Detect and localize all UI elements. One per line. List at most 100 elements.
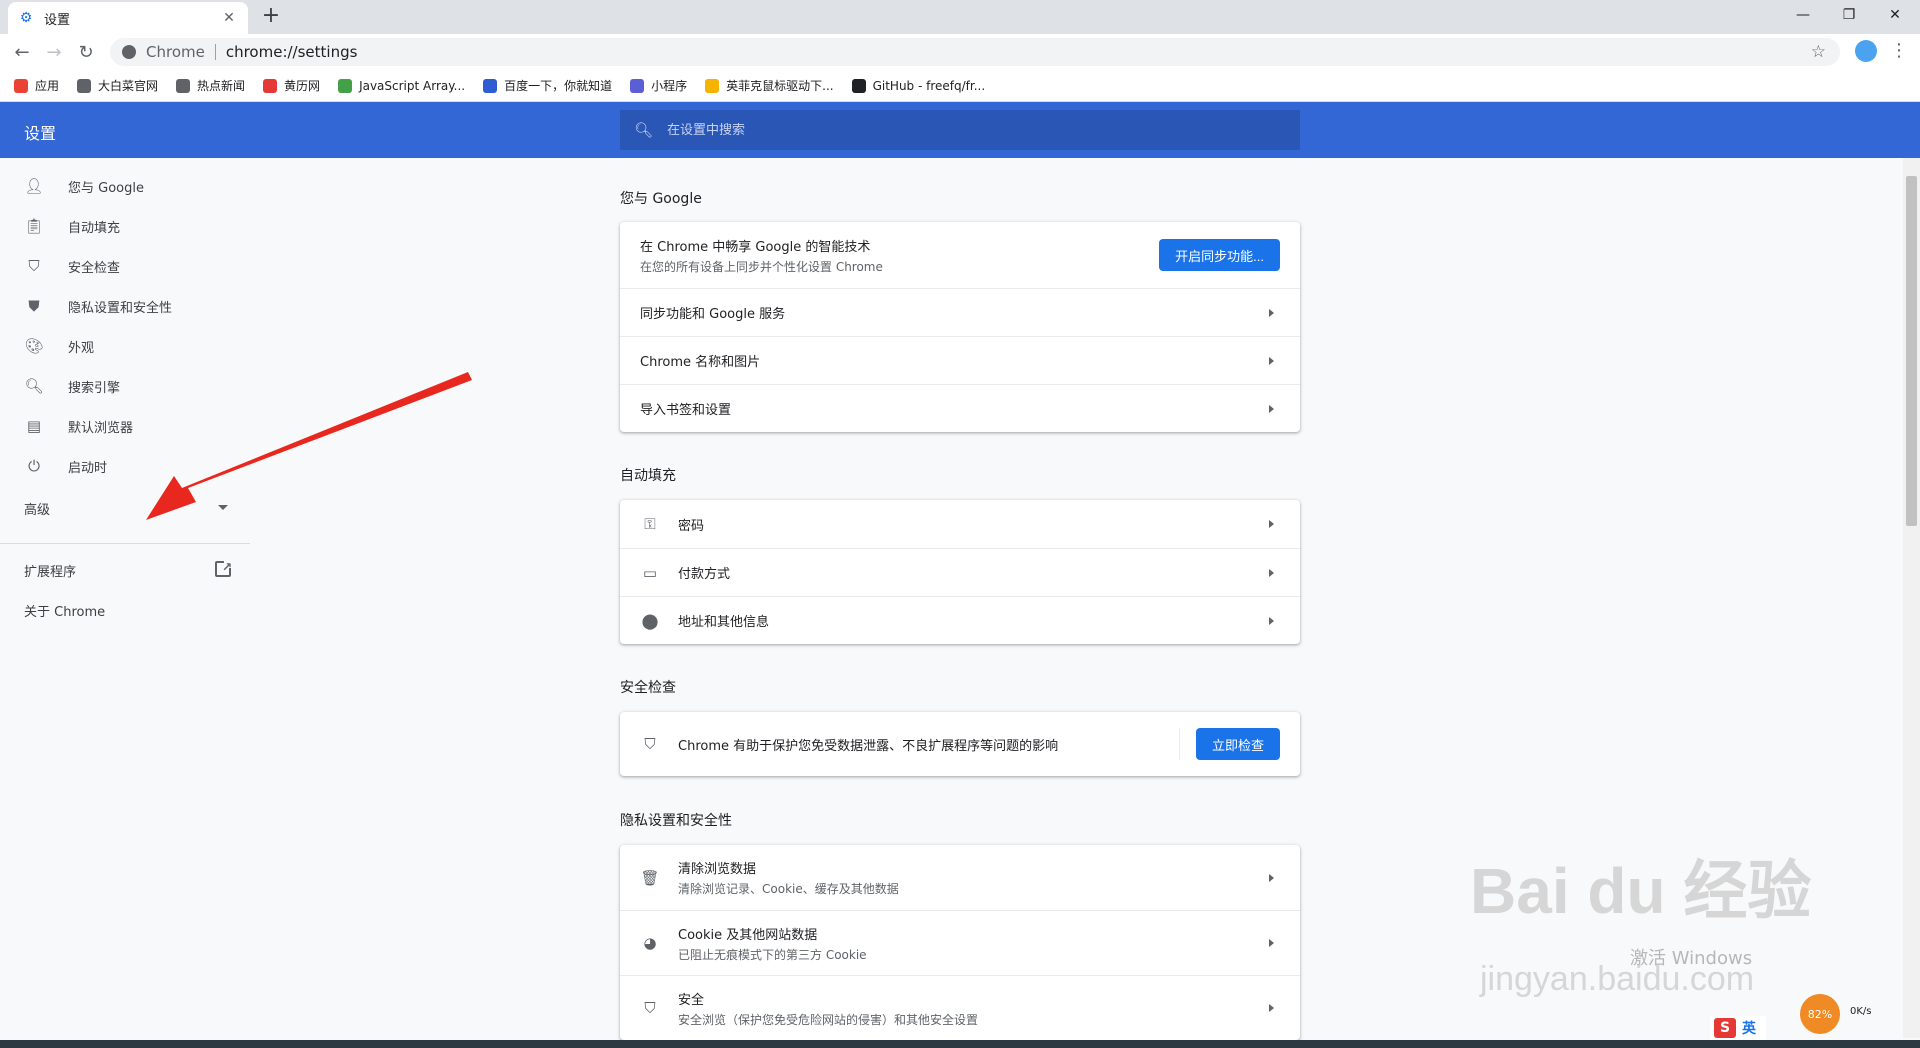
- apps-icon: [14, 78, 28, 93]
- sidebar-item-label: 启动时: [68, 460, 108, 476]
- sogou-ime-icon[interactable]: S: [1714, 1018, 1736, 1038]
- tab-title: 设置: [44, 12, 71, 28]
- card-autofill: ⚿ 密码 ▭ 付款方式 ⬤ 地址和其他信息: [620, 500, 1300, 644]
- ime-language[interactable]: 英: [1742, 1018, 1756, 1038]
- card-privacy: 🗑︎ 清除浏览数据 清除浏览记录、Cookie、缓存及其他数据 ◕ Cookie…: [620, 845, 1300, 1040]
- chrome-name-picture-row[interactable]: Chrome 名称和图片: [620, 336, 1300, 384]
- turn-on-sync-button[interactable]: 开启同步功能...: [1159, 239, 1280, 271]
- import-bookmarks-row[interactable]: 导入书签和设置: [620, 384, 1300, 432]
- palette-icon: 🎨︎: [24, 337, 44, 355]
- row-divider: [1179, 728, 1180, 760]
- card-you-google: 在 Chrome 中畅享 Google 的智能技术 在您的所有设备上同步并个性化…: [620, 222, 1300, 432]
- settings-search[interactable]: 🔍︎: [620, 110, 1300, 150]
- sidebar-item[interactable]: 📋︎ 自动填充: [0, 206, 250, 246]
- tab-settings[interactable]: ⚙ 设置 ✕: [8, 2, 248, 34]
- new-tab-button[interactable]: +: [258, 4, 284, 30]
- tab-strip: ⚙ 设置 ✕ + — ❐ ✕: [0, 0, 1920, 34]
- row-label: Chrome 名称和图片: [640, 355, 761, 370]
- cookies-row[interactable]: ◕ Cookie 及其他网站数据 已阻止无痕模式下的第三方 Cookie: [620, 910, 1300, 975]
- section-you-google-title: 您与 Google: [620, 191, 702, 207]
- search-icon: 🔍︎: [634, 121, 654, 139]
- chrome-site-icon: [122, 45, 136, 59]
- back-button[interactable]: ←: [8, 38, 36, 66]
- minimize-button[interactable]: —: [1780, 0, 1826, 30]
- sidebar-item[interactable]: ⛊ 隐私设置和安全性: [0, 286, 250, 326]
- row-label: 密码: [678, 518, 705, 534]
- row-label: 同步功能和 Google 服务: [640, 307, 786, 322]
- bookmark-item[interactable]: 应用: [14, 77, 59, 94]
- chevron-right-icon: [1269, 616, 1274, 625]
- sidebar-item-label: 安全检查: [68, 260, 121, 276]
- bookmark-item[interactable]: 热点新闻: [176, 77, 245, 94]
- browser-icon: ▤: [26, 417, 42, 435]
- row-label: 安全: [678, 992, 705, 1008]
- close-tab-icon[interactable]: ✕: [220, 10, 238, 26]
- bookmark-item[interactable]: GitHub - freefq/fr...: [851, 78, 985, 93]
- sidebar-divider: [0, 543, 250, 544]
- bookmark-item[interactable]: 百度一下，你就知道: [483, 77, 612, 94]
- address-origin: Chrome: [146, 43, 205, 61]
- passwords-row[interactable]: ⚿ 密码: [620, 500, 1300, 548]
- bookmark-item[interactable]: 大白菜官网: [77, 77, 158, 94]
- search-icon: 🔍︎: [24, 377, 44, 395]
- bookmark-item[interactable]: 小程序: [630, 77, 687, 94]
- page-title: 设置: [24, 124, 57, 143]
- trash-icon: 🗑︎: [640, 868, 660, 887]
- row-sublabel: 已阻止无痕模式下的第三方 Cookie: [678, 947, 867, 962]
- forward-button[interactable]: →: [40, 38, 68, 66]
- site-icon: [338, 78, 353, 93]
- chevron-right-icon: [1269, 568, 1274, 577]
- chevron-right-icon: [1269, 308, 1274, 317]
- sidebar-extensions[interactable]: 扩展程序 ↗: [0, 550, 250, 590]
- location-pin-icon: ⬤: [641, 611, 659, 630]
- sidebar-item[interactable]: ⛉ 安全检查: [0, 246, 250, 286]
- speed-rate: 0K/s: [1850, 1006, 1872, 1017]
- reload-button[interactable]: ↻: [72, 38, 100, 66]
- ime-toolbar: S 英: [1710, 1016, 1766, 1040]
- shield-icon: ⛊: [28, 297, 40, 315]
- security-row[interactable]: ⛉ 安全 安全浏览（保护您免受危险网站的侵害）和其他安全设置: [620, 975, 1300, 1040]
- address-bar[interactable]: Chrome chrome://settings ☆: [110, 38, 1840, 66]
- section-privacy-title: 隐私设置和安全性: [620, 813, 732, 829]
- baidu-icon: [483, 78, 498, 93]
- bookmark-item[interactable]: 英菲克鼠标驱动下...: [705, 77, 834, 94]
- row-label: 地址和其他信息: [678, 615, 770, 630]
- row-sublabel: 清除浏览记录、Cookie、缓存及其他数据: [678, 882, 899, 896]
- folder-icon: [705, 78, 720, 93]
- check-now-button[interactable]: 立即检查: [1195, 728, 1280, 760]
- search-input[interactable]: [667, 122, 1268, 138]
- menu-icon[interactable]: ⋮: [1890, 40, 1908, 62]
- profile-avatar[interactable]: [1855, 40, 1877, 62]
- clear-browsing-data-row[interactable]: 🗑︎ 清除浏览数据 清除浏览记录、Cookie、缓存及其他数据: [620, 845, 1300, 910]
- restore-button[interactable]: ❐: [1826, 0, 1872, 30]
- row-label: 导入书签和设置: [640, 403, 732, 418]
- addresses-row[interactable]: ⬤ 地址和其他信息: [620, 596, 1300, 644]
- bookmark-label: 热点新闻: [197, 79, 246, 93]
- bookmark-item[interactable]: 黄历网: [263, 77, 320, 94]
- payment-methods-row[interactable]: ▭ 付款方式: [620, 548, 1300, 596]
- chevron-right-icon: [1269, 520, 1274, 528]
- bookmark-label: 黄历网: [284, 79, 321, 93]
- bookmark-item[interactable]: JavaScript Array...: [338, 78, 465, 93]
- bookmark-star-icon[interactable]: ☆: [1811, 42, 1826, 62]
- red-arrow-annotation: [146, 372, 472, 520]
- sidebar-item-label: 隐私设置和安全性: [68, 300, 173, 316]
- sidebar-item[interactable]: 🎨︎ 外观: [0, 326, 250, 366]
- github-icon: [851, 78, 866, 93]
- about-label: 关于 Chrome: [24, 604, 106, 620]
- close-window-button[interactable]: ✕: [1872, 0, 1918, 30]
- taskbar: [0, 1040, 1920, 1048]
- sidebar-item[interactable]: 👤︎ 您与 Google: [0, 166, 250, 206]
- safety-check-row: ⛉ Chrome 有助于保护您免受数据泄露、不良扩展程序等问题的影响 立即检查: [620, 712, 1300, 776]
- row-label: 付款方式: [678, 567, 731, 582]
- card-safety: ⛉ Chrome 有助于保护您免受数据泄露、不良扩展程序等问题的影响 立即检查: [620, 712, 1300, 776]
- row-sublabel: 安全浏览（保护您免受危险网站的侵害）和其他安全设置: [678, 1012, 979, 1027]
- shield-check-icon: ⛉: [644, 735, 656, 753]
- bookmark-label: 大白菜官网: [98, 79, 159, 93]
- sidebar-about-chrome[interactable]: 关于 Chrome: [0, 590, 250, 630]
- chevron-right-icon: [1269, 404, 1274, 413]
- shield-check-icon: ⛉: [28, 257, 40, 275]
- section-safety-title: 安全检查: [620, 680, 676, 696]
- sync-services-row[interactable]: 同步功能和 Google 服务: [620, 288, 1300, 336]
- scrollbar-thumb[interactable]: [1906, 176, 1917, 526]
